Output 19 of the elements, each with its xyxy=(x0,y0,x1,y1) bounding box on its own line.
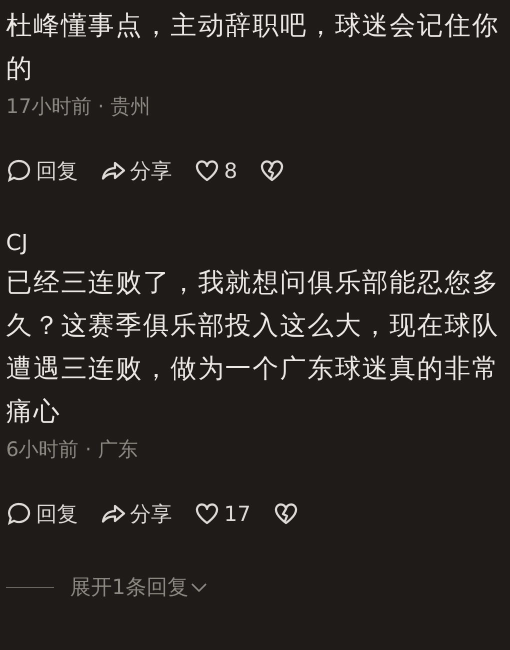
share-button[interactable]: 分享 xyxy=(100,500,172,528)
chevron-down-icon xyxy=(190,581,208,593)
comment-text: 杜峰懂事点，主动辞职吧，球迷会记住你的 xyxy=(6,10,500,86)
username[interactable]: CJ xyxy=(6,226,28,262)
comment-meta: 17小时前 · 贵州 xyxy=(6,93,151,120)
comment-icon xyxy=(6,158,32,184)
reply-button[interactable]: 回复 xyxy=(6,157,78,185)
share-button[interactable]: 分享 xyxy=(100,157,172,185)
expand-replies-button[interactable]: 展开1条回复 xyxy=(70,573,208,601)
comment-meta: 6小时前 · 广东 xyxy=(6,436,138,463)
comment-text: 已经三连败了，我就想问俱乐部能忍您多久？这赛季俱乐部投入这么大，现在球队遭遇三连败，做为一个广东球迷真的非常痛心 xyxy=(6,267,500,429)
heart-icon xyxy=(194,501,220,527)
broken-heart-icon[interactable] xyxy=(272,501,299,527)
broken-heart-icon[interactable] xyxy=(259,158,286,184)
comment-icon xyxy=(6,501,32,527)
like-button[interactable]: 17 xyxy=(194,501,251,527)
like-button[interactable]: 8 xyxy=(194,158,238,184)
reply-button[interactable]: 回复 xyxy=(6,500,78,528)
heart-icon xyxy=(194,158,220,184)
